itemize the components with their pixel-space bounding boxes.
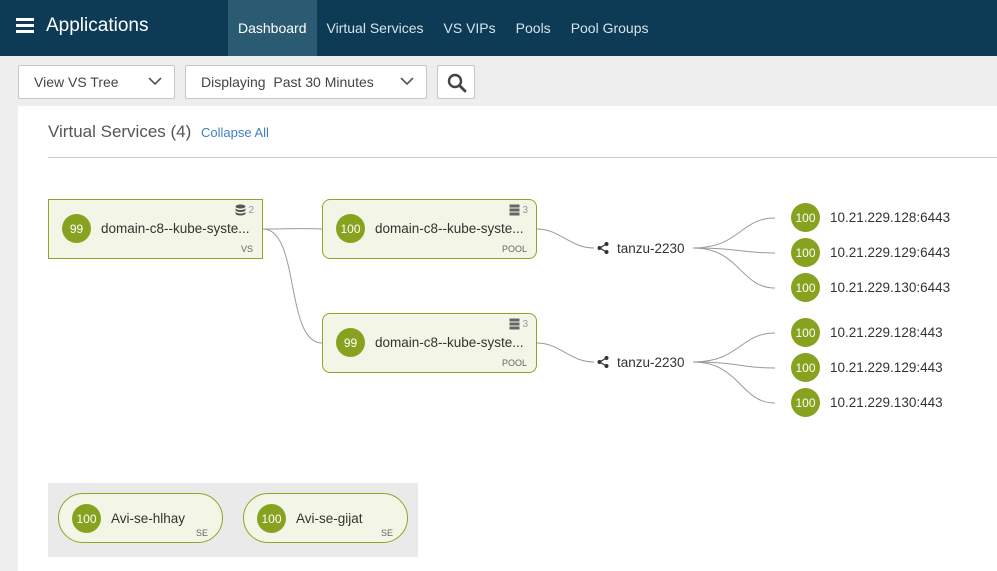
share-network-icon [597,356,609,368]
server-count: 3 [509,204,528,216]
health-score-badge: 100 [336,214,365,243]
se-name: Avi-se-gijat [296,511,363,526]
share-network-icon [597,242,609,254]
se-count-value: 2 [248,204,254,216]
tab-dashboard[interactable]: Dashboard [228,0,317,56]
tab-pool-groups[interactable]: Pool Groups [561,0,659,56]
pool-node[interactable]: 99 domain-c8--kube-syste... 3 POOL [322,313,537,373]
health-score-badge: 100 [791,273,820,302]
health-score-badge: 99 [62,214,91,243]
server-stack-icon [509,318,520,330]
se-count: 2 [235,204,254,216]
vs-name: domain-c8--kube-syste... [101,221,250,236]
database-icon [235,204,246,216]
view-select-value: View VS Tree [34,74,119,90]
network-label[interactable]: tanzu-2230 [617,241,685,256]
health-score-badge: 99 [336,328,365,357]
app-title: Applications [46,15,149,36]
server-count-value: 3 [522,204,528,216]
service-engine-node[interactable]: 100 Avi-se-hlhay SE [58,493,223,543]
server-node[interactable]: 100 10.21.229.130:443 [791,388,971,417]
server-address: 10.21.229.128:443 [830,325,943,340]
server-address: 10.21.229.129:443 [830,360,943,375]
node-type-label: POOL [501,244,527,254]
server-address: 10.21.229.130:6443 [830,280,951,295]
pool-name: domain-c8--kube-syste... [375,221,524,236]
collapse-all-link[interactable]: Collapse All [201,125,269,140]
service-engine-node[interactable]: 100 Avi-se-gijat SE [243,493,408,543]
tab-pools[interactable]: Pools [506,0,561,56]
server-stack-icon [509,204,520,216]
se-name: Avi-se-hlhay [111,511,186,526]
node-type-label: SE [195,528,208,538]
health-score-badge: 100 [72,504,101,533]
health-score-badge: 100 [791,203,820,232]
health-score-badge: 100 [791,388,820,417]
view-select[interactable]: View VS Tree [18,65,175,99]
health-score-badge: 100 [791,318,820,347]
server-node[interactable]: 100 10.21.229.128:443 [791,318,971,347]
server-address: 10.21.229.130:443 [830,395,943,410]
main-nav: Dashboard Virtual Services VS VIPs Pools… [228,0,659,56]
chevron-down-icon [400,77,414,86]
search-button[interactable] [437,65,475,99]
health-score-badge: 100 [257,504,286,533]
tab-virtual-services[interactable]: Virtual Services [317,0,434,56]
server-node[interactable]: 100 10.21.229.129:443 [791,353,971,382]
health-score-badge: 100 [791,353,820,382]
server-address: 10.21.229.129:6443 [830,245,951,260]
node-type-label: SE [380,528,393,538]
panel-heading: Virtual Services (4) [48,122,192,141]
server-node[interactable]: 100 10.21.229.128:6443 [791,203,971,232]
tab-vs-vips[interactable]: VS VIPs [434,0,506,56]
search-icon [447,73,467,93]
service-engine-area: 100 Avi-se-hlhay SE 100 Avi-se-gijat SE [48,483,418,557]
time-range-value: Displaying Past 30 Minutes [201,74,374,90]
network-label[interactable]: tanzu-2230 [617,355,685,370]
divider [48,157,997,158]
server-count-value: 3 [522,318,528,330]
pool-name: domain-c8--kube-syste... [375,335,524,350]
server-node[interactable]: 100 10.21.229.129:6443 [791,238,971,267]
toolbar: View VS Tree Displaying Past 30 Minutes [0,56,997,106]
server-address: 10.21.229.128:6443 [830,210,951,225]
node-type-label: POOL [501,358,527,368]
server-count: 3 [509,318,528,330]
node-type-label: VS [240,244,253,254]
chevron-down-icon [148,77,162,86]
health-score-badge: 100 [791,238,820,267]
pool-node[interactable]: 100 domain-c8--kube-syste... 3 POOL [322,199,537,259]
server-node[interactable]: 100 10.21.229.130:6443 [791,273,971,302]
virtual-service-node[interactable]: 99 domain-c8--kube-syste... 2 VS [48,199,263,259]
time-range-select[interactable]: Displaying Past 30 Minutes [185,65,427,99]
menu-icon[interactable] [16,18,34,33]
top-bar: Applications Dashboard Virtual Services … [0,0,997,56]
